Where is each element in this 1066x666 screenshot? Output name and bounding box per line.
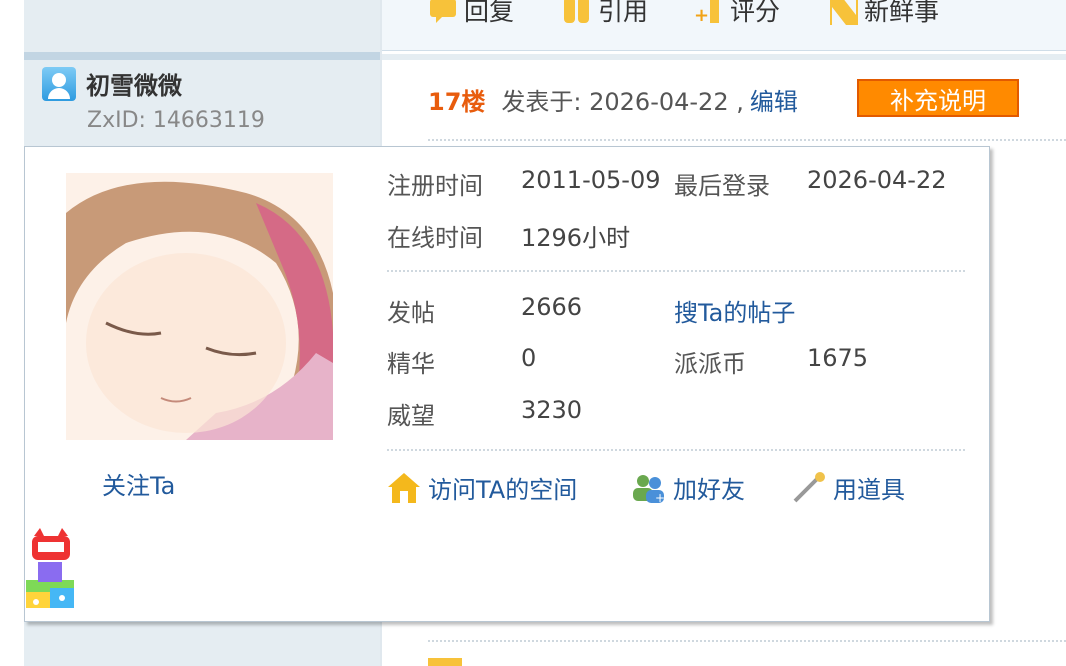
reply-label: 回复 [464,0,515,26]
post-separator [382,54,1066,60]
author-name[interactable]: 初雪微微 [86,66,182,101]
footer-action-icon [428,658,462,666]
quote-button[interactable]: 引用 [562,0,648,28]
tool-icon [791,471,827,505]
online-time-label: 在线时间 [387,224,483,252]
home-icon [386,471,422,505]
rate-button[interactable]: + 评分 [694,0,780,28]
medal-badge-icon[interactable] [28,528,74,566]
follow-link[interactable]: 关注Ta [102,466,175,501]
prestige-value: 3230 [521,396,583,424]
reply-button[interactable]: 回复 [428,0,514,28]
use-tool-label: 用道具 [833,476,905,504]
digest-value: 0 [521,344,537,372]
news-label: 新鲜事 [864,0,940,26]
author-name-row[interactable]: 初雪微微 [42,66,182,101]
rainbow-badge-icon[interactable] [26,562,74,612]
register-time-value: 2011-05-09 [521,166,661,194]
last-login-label: 最后登录 [674,172,770,200]
news-button[interactable]: 新鲜事 [828,0,939,28]
add-friend-label: 加好友 [673,476,745,504]
add-friend-icon: + [631,471,667,505]
coins-label: 派派币 [674,350,746,378]
card-divider-2 [387,449,965,451]
rate-label: 评分 [730,0,781,26]
add-friend-link[interactable]: + 加好友 [631,470,745,505]
rate-icon: + [694,0,724,26]
supplement-button[interactable]: 补充说明 [857,79,1019,117]
post-time: 发表于: 2026-04-22 , [501,88,744,116]
posts-value: 2666 [521,293,583,321]
svg-text:+: + [694,5,709,25]
user-avatar[interactable] [66,173,333,440]
post-meta: 17楼 发表于: 2026-04-22 , 编辑 [428,82,798,117]
posts-label: 发帖 [387,299,435,327]
use-tool-link[interactable]: 用道具 [791,470,905,505]
visit-space-link[interactable]: 访问TA的空间 [386,470,577,505]
news-icon [828,0,858,25]
svg-text:+: + [655,491,665,505]
author-column-separator [24,52,380,60]
digest-label: 精华 [387,350,435,378]
post-meta-divider [428,139,1066,141]
search-posts-link[interactable]: 搜Ta的帖子 [674,293,795,328]
prestige-label: 威望 [387,402,435,430]
online-time-value: 1296小时 [521,224,631,252]
last-login-value: 2026-04-22 [807,166,947,194]
post-footer-divider [428,640,1066,642]
register-time-label: 注册时间 [387,172,483,200]
user-icon [42,66,76,101]
card-divider-1 [387,270,965,272]
reply-icon [428,0,458,25]
edit-link[interactable]: 编辑 [750,82,798,117]
visit-space-label: 访问TA的空间 [428,476,578,504]
quote-icon [562,0,592,25]
quote-label: 引用 [598,0,649,26]
author-zxid: ZxID: 14663119 [87,108,265,133]
coins-value: 1675 [807,344,869,372]
floor-number[interactable]: 17楼 [428,82,485,117]
